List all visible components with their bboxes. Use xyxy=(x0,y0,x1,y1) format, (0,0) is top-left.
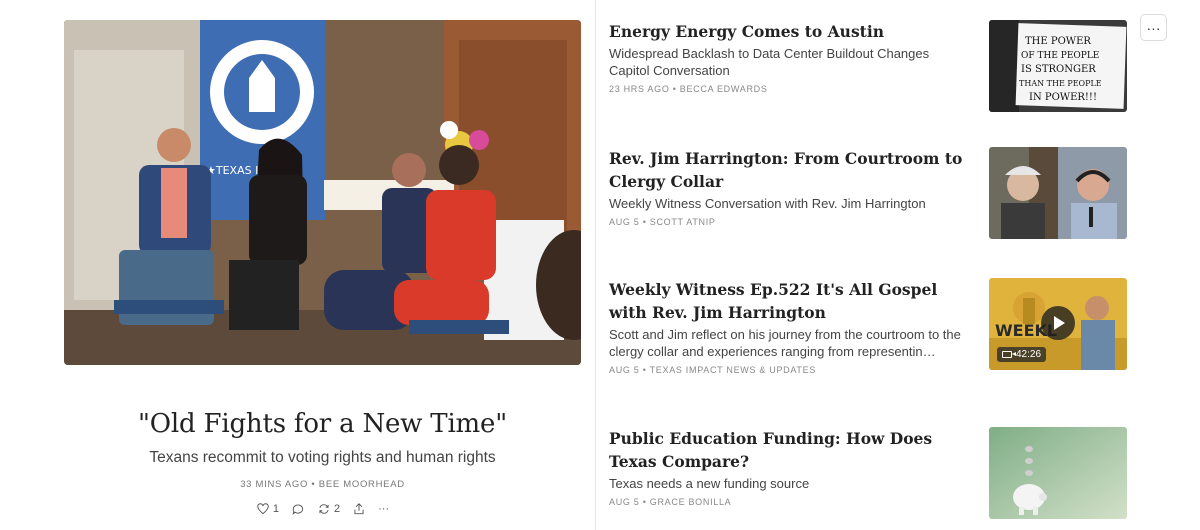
article-title[interactable]: Public Education Funding: How Does Texas… xyxy=(609,427,969,473)
article-thumbnail[interactable] xyxy=(989,147,1127,239)
heart-icon xyxy=(257,503,269,515)
featured-post[interactable]: ★TEXAS I "Old Fights for a New Time" Tex… xyxy=(64,20,581,516)
featured-meta: 33 MINS AGO • BEE MOORHEAD xyxy=(240,479,405,490)
comment-button[interactable] xyxy=(291,502,305,516)
comment-icon xyxy=(292,504,304,515)
sign-line: THE POWER xyxy=(1025,36,1091,47)
more-options-button[interactable]: ··· xyxy=(1140,14,1167,41)
video-thumbnail[interactable]: WEEKL 42:26 xyxy=(989,278,1127,370)
article-meta: AUG 5 • GRACE BONILLA xyxy=(609,497,732,507)
video-duration-text: 42:26 xyxy=(1016,349,1042,360)
article-item[interactable]: Weekly Witness Ep.522 It's All Gospel wi… xyxy=(609,278,1127,375)
ellipsis-icon: ··· xyxy=(1146,19,1161,36)
restack-button[interactable]: 2 xyxy=(317,502,340,516)
featured-title[interactable]: "Old Fights for a New Time" xyxy=(64,409,581,439)
restack-count: 2 xyxy=(334,503,341,515)
share-button[interactable] xyxy=(352,502,366,516)
article-item[interactable]: Public Education Funding: How Does Texas… xyxy=(609,427,1127,519)
article-title[interactable]: Weekly Witness Ep.522 It's All Gospel wi… xyxy=(609,278,969,324)
video-camera-icon xyxy=(1002,351,1016,358)
page: ★TEXAS I "Old Fights for a New Time" Tex… xyxy=(0,0,1200,530)
article-thumbnail[interactable] xyxy=(989,427,1127,519)
article-meta: 23 HRS AGO • BECCA EDWARDS xyxy=(609,84,768,94)
article-item[interactable]: Rev. Jim Harrington: From Courtroom to C… xyxy=(609,147,1127,239)
article-subtitle[interactable]: Widespread Backlash to Data Center Build… xyxy=(609,45,969,79)
banner-text: ★TEXAS I xyxy=(206,164,258,177)
video-duration: 42:26 xyxy=(997,347,1047,362)
restack-icon xyxy=(319,504,329,514)
like-count: 1 xyxy=(272,503,279,515)
like-button[interactable]: 1 xyxy=(256,502,279,516)
article-subtitle[interactable]: Scott and Jim reflect on his journey fro… xyxy=(609,326,969,360)
column-divider xyxy=(595,0,596,530)
sign-line: IN POWER!!! xyxy=(1029,92,1097,103)
article-meta: AUG 5 • SCOTT ATNIP xyxy=(609,217,716,227)
article-item[interactable]: Energy Energy Comes to Austin Widespread… xyxy=(609,20,1127,112)
share-icon xyxy=(354,503,364,515)
article-meta: AUG 5 • TEXAS IMPACT NEWS & UPDATES xyxy=(609,365,817,375)
sign-line: OF THE PEOPLE xyxy=(1021,51,1099,61)
post-actions: 1 2 ··· xyxy=(64,502,581,516)
article-thumbnail[interactable]: THE POWER OF THE PEOPLE IS STRONGER THAN… xyxy=(989,20,1127,112)
post-more-button[interactable]: ··· xyxy=(378,503,389,515)
sign-line: THAN THE PEOPLE xyxy=(1019,79,1102,88)
article-subtitle[interactable]: Weekly Witness Conversation with Rev. Ji… xyxy=(609,195,969,212)
article-subtitle[interactable]: Texas needs a new funding source xyxy=(609,475,969,492)
play-icon xyxy=(1054,316,1065,330)
featured-hero-image[interactable]: ★TEXAS I xyxy=(64,20,581,365)
featured-subtitle[interactable]: Texans recommit to voting rights and hum… xyxy=(64,449,581,467)
article-title[interactable]: Energy Energy Comes to Austin xyxy=(609,20,969,43)
play-button[interactable] xyxy=(1041,306,1075,340)
article-title[interactable]: Rev. Jim Harrington: From Courtroom to C… xyxy=(609,147,969,193)
sign-line: IS STRONGER xyxy=(1021,64,1096,75)
ellipsis-icon: ··· xyxy=(378,503,390,515)
